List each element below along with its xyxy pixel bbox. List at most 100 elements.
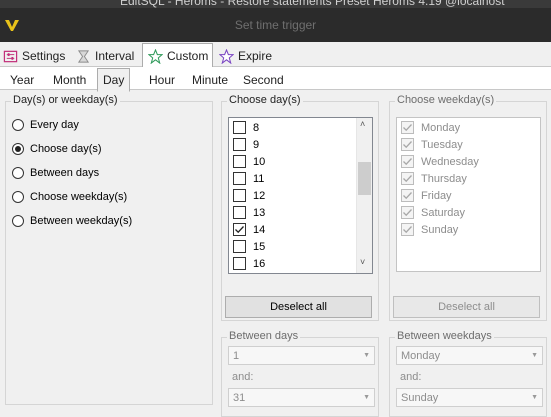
check-icon — [403, 158, 412, 166]
weekday-label: Wednesday — [421, 155, 479, 168]
tab-settings[interactable]: Settings — [2, 45, 65, 67]
weekdays-listbox[interactable]: Monday Tuesday Wednesday Thursday Friday… — [396, 117, 541, 272]
radio-button[interactable] — [12, 167, 24, 179]
day-checkbox[interactable] — [233, 189, 246, 202]
tab-expire-label: Expire — [238, 49, 273, 63]
radio-button[interactable] — [12, 119, 24, 131]
deselect-all-days-button[interactable]: Deselect all — [225, 296, 372, 318]
day-label: 8 — [253, 121, 260, 134]
between-days-from-select[interactable]: 1 ▼ — [228, 346, 375, 365]
day-item[interactable]: 15 — [233, 240, 265, 253]
tab-custom[interactable]: Custom — [142, 43, 214, 69]
weekday-label: Saturday — [421, 206, 466, 219]
dropdown-arrow-icon: ▼ — [363, 394, 370, 401]
weekday-item[interactable]: Sunday — [401, 223, 458, 236]
weekday-item[interactable]: Friday — [401, 189, 452, 202]
radio-label: Every day — [30, 119, 79, 131]
between-weekdays-group: Between weekdays Monday ▼ and: Sunday ▼ — [389, 330, 547, 417]
between-weekdays-from-select[interactable]: Monday ▼ — [396, 346, 543, 365]
scroll-thumb[interactable] — [358, 162, 371, 195]
weekday-item[interactable]: Saturday — [401, 206, 465, 219]
settings-icon — [2, 48, 18, 64]
tab-year[interactable]: Year — [5, 70, 39, 90]
weekday-label: Thursday — [421, 172, 467, 185]
radio-button[interactable] — [12, 215, 24, 227]
weekday-label: Friday — [421, 189, 452, 202]
day-item[interactable]: 13 — [233, 206, 265, 219]
radio-label: Between weekday(s) — [30, 215, 133, 227]
day-checkbox[interactable] — [233, 223, 246, 236]
tab-expire[interactable]: Expire — [218, 45, 272, 67]
days-scrollbar[interactable]: ˄ ˅ — [356, 118, 372, 273]
day-label: 12 — [253, 189, 266, 202]
dialog-title: Set time trigger — [234, 18, 317, 32]
tab-second[interactable]: Second — [238, 70, 289, 90]
deselect-all-weekdays-button[interactable]: Deselect all — [393, 296, 540, 318]
day-item[interactable]: 12 — [233, 189, 265, 202]
weekday-item[interactable]: Tuesday — [401, 138, 463, 151]
weekday-checkbox[interactable] — [401, 223, 414, 236]
radio-choose-days[interactable]: Choose day(s) — [12, 143, 102, 155]
day-item[interactable]: 14 — [233, 223, 265, 236]
between-weekdays-to-select[interactable]: Sunday ▼ — [396, 388, 543, 407]
day-label: 14 — [253, 223, 266, 236]
day-label: 11 — [253, 172, 265, 185]
weekday-label: Monday — [421, 121, 461, 134]
tab-interval[interactable]: Interval — [75, 45, 134, 67]
weekday-item[interactable]: Wednesday — [401, 155, 479, 168]
day-checkbox[interactable] — [233, 121, 246, 134]
and-label: and: — [400, 371, 422, 383]
day-checkbox[interactable] — [233, 155, 246, 168]
check-icon — [403, 226, 412, 234]
between-days-to-select[interactable]: 31 ▼ — [228, 388, 375, 407]
weekday-item[interactable]: Monday — [401, 121, 460, 134]
weekday-checkbox[interactable] — [401, 121, 414, 134]
scroll-down-icon[interactable]: ˅ — [360, 257, 365, 267]
choose-days-legend: Choose day(s) — [227, 94, 303, 106]
dropdown-arrow-icon: ▼ — [363, 352, 370, 359]
between-days-legend: Between days — [227, 330, 301, 342]
day-label: 9 — [253, 138, 260, 151]
top-tab-bar: Settings Interval Custom Expire — [0, 42, 551, 69]
day-item[interactable]: 8 — [233, 121, 259, 134]
day-checkbox[interactable] — [233, 240, 246, 253]
dialog-title-bar[interactable]: Set time trigger — [0, 8, 551, 42]
tab-month[interactable]: Month — [48, 70, 91, 90]
scroll-up-icon[interactable]: ˄ — [360, 119, 365, 129]
radio-between-weekdays[interactable]: Between weekday(s) — [12, 215, 132, 227]
select-value: 1 — [233, 349, 240, 362]
radio-label: Choose day(s) — [30, 143, 102, 155]
tab-custom-label: Custom — [167, 49, 209, 63]
between-days-group: Between days 1 ▼ and: 31 ▼ — [221, 330, 379, 417]
tab-minute[interactable]: Minute — [187, 70, 233, 90]
day-label: 13 — [253, 206, 266, 219]
day-checkbox[interactable] — [233, 138, 246, 151]
day-checkbox[interactable] — [233, 172, 246, 185]
weekday-item[interactable]: Thursday — [401, 172, 467, 185]
days-listbox[interactable]: 8 9 10 11 12 13 14 15 16 ˄ ˅ — [228, 117, 373, 274]
radio-button[interactable] — [12, 143, 24, 155]
day-item[interactable]: 11 — [233, 172, 264, 185]
select-value: Sunday — [401, 391, 439, 404]
check-icon — [403, 175, 412, 183]
day-item[interactable]: 10 — [233, 155, 265, 168]
weekday-checkbox[interactable] — [401, 155, 414, 168]
day-checkbox[interactable] — [233, 206, 246, 219]
weekday-checkbox[interactable] — [401, 138, 414, 151]
radio-between-days[interactable]: Between days — [12, 167, 99, 179]
radio-label: Choose weekday(s) — [30, 191, 128, 203]
day-item[interactable]: 16 — [233, 257, 265, 270]
tab-hour[interactable]: Hour — [144, 70, 180, 90]
day-label: 16 — [253, 257, 266, 270]
weekday-checkbox[interactable] — [401, 206, 414, 219]
weekday-checkbox[interactable] — [401, 172, 414, 185]
day-item[interactable]: 9 — [233, 138, 259, 151]
radio-button[interactable] — [12, 191, 24, 203]
day-checkbox[interactable] — [233, 257, 246, 270]
radio-choose-weekdays[interactable]: Choose weekday(s) — [12, 191, 127, 203]
radio-label: Between days — [30, 167, 100, 179]
weekday-checkbox[interactable] — [401, 189, 414, 202]
radio-every-day[interactable]: Every day — [12, 119, 79, 131]
and-label: and: — [232, 371, 254, 383]
tab-day[interactable]: Day — [97, 68, 131, 92]
